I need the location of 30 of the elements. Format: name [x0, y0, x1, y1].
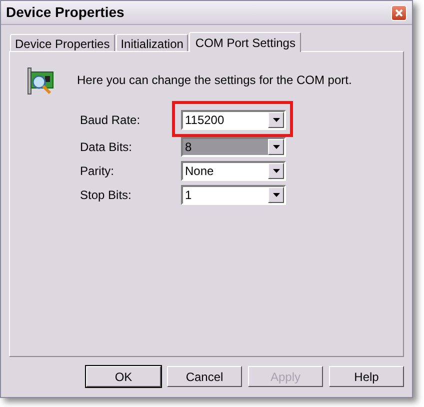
dropdown-value: 1 — [183, 187, 268, 203]
field-label: Stop Bits: — [80, 187, 132, 204]
window-title: Device Properties — [6, 3, 124, 22]
dialog-button[interactable]: Cancel — [167, 366, 242, 387]
caret-icon — [272, 169, 280, 173]
tab[interactable]: Device Properties — [10, 34, 115, 51]
intro-text: Here you can change the settings for the COM port. — [77, 72, 352, 89]
dialog-button[interactable]: OK — [86, 366, 161, 387]
tab[interactable]: Initialization — [116, 34, 188, 51]
dropdown-arrow-button[interactable] — [268, 187, 284, 203]
caret-icon — [272, 145, 280, 149]
tab[interactable]: COM Port Settings — [189, 32, 302, 52]
dropdown[interactable]: 115200 — [181, 110, 286, 130]
dropdown[interactable]: 8 — [181, 137, 286, 157]
close-icon — [395, 8, 403, 16]
close-button[interactable] — [391, 4, 407, 20]
dropdown-value: 115200 — [183, 112, 268, 128]
dropdown-arrow-button[interactable] — [268, 139, 284, 155]
dropdown-arrow-button[interactable] — [268, 163, 284, 179]
caret-icon — [272, 193, 280, 197]
field-label: Parity: — [80, 163, 116, 180]
dropdown-arrow-button[interactable] — [268, 112, 284, 128]
dropdown-value: 8 — [183, 139, 268, 155]
dropdown-value: None — [183, 163, 268, 179]
dropdown[interactable]: 1 — [181, 185, 286, 205]
field-label: Data Bits: — [80, 139, 134, 156]
dialog-button[interactable]: Help — [329, 366, 404, 387]
field-label: Baud Rate: — [80, 112, 142, 129]
caret-icon — [272, 118, 280, 122]
dropdown[interactable]: None — [181, 161, 286, 181]
